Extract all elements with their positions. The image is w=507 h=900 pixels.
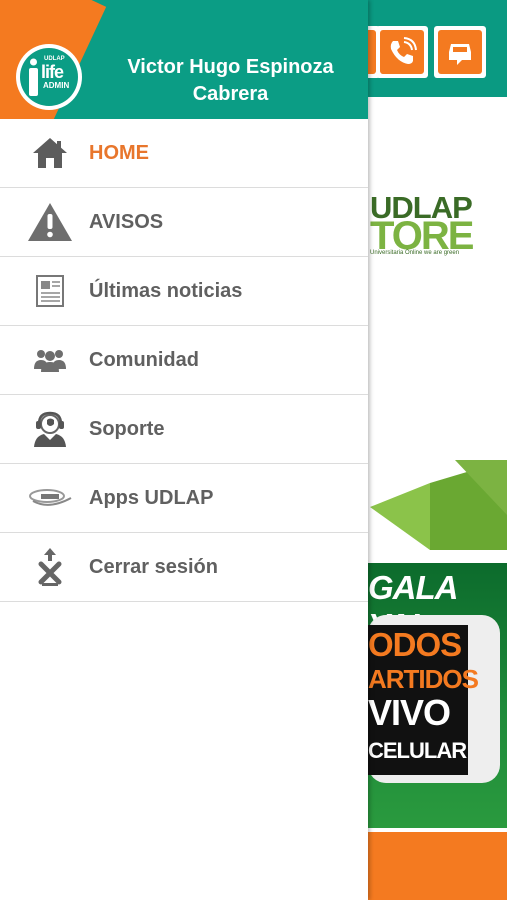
support-agent-icon (27, 407, 73, 451)
orange-footer-band (368, 832, 507, 900)
promo-line-1: ODOS (368, 626, 462, 663)
logo-text-sub: ADMIN (43, 81, 70, 90)
menu-item-label: AVISOS (89, 210, 164, 233)
call-button[interactable] (376, 26, 428, 78)
drawer-menu: HOME AVISOS Últimas noticias Comunidad S… (0, 119, 368, 602)
phone-graphic: ODOS ARTIDOS VIVO CELULAR (368, 615, 500, 783)
logo-text-main: life (41, 62, 64, 82)
promo-line-3: VIVO (368, 692, 451, 733)
drawer-header: UDLAP life ADMIN Victor Hugo Espinoza Ca… (0, 0, 368, 119)
menu-item-label: Comunidad (89, 348, 199, 371)
warning-icon (27, 200, 73, 244)
person-silhouette-icon (29, 58, 38, 96)
store-tagline: Universitaria Online we are green (370, 250, 460, 256)
menu-item-label: HOME (89, 141, 149, 164)
promo-line-4: CELULAR (368, 738, 467, 763)
menu-item-label: Últimas noticias (89, 279, 243, 302)
menu-item-comunidad[interactable]: Comunidad (0, 326, 368, 395)
car-button[interactable] (434, 26, 486, 78)
apps-udlap-logo-icon (27, 476, 73, 520)
menu-item-ultimas-noticias[interactable]: Últimas noticias (0, 257, 368, 326)
menu-item-avisos[interactable]: AVISOS (0, 188, 368, 257)
promo-banner[interactable]: GALA YA! ODOS ARTIDOS VIVO CELULAR (368, 563, 507, 828)
menu-item-label: Cerrar sesión (89, 555, 218, 578)
menu-item-cerrar-sesion[interactable]: Cerrar sesión (0, 533, 368, 602)
home-icon (27, 131, 73, 175)
community-icon (27, 338, 73, 382)
avatar[interactable]: UDLAP life ADMIN (16, 44, 82, 110)
green-arrow-graphic (370, 460, 507, 550)
menu-item-label: Soporte (89, 417, 165, 440)
user-name: Victor Hugo Espinoza Cabrera (127, 56, 334, 105)
udlap-life-admin-logo: UDLAP life ADMIN (20, 48, 78, 106)
phone-icon (390, 37, 417, 64)
newspaper-icon (27, 269, 73, 313)
menu-item-apps-udlap[interactable]: Apps UDLAP (0, 464, 368, 533)
menu-item-label: Apps UDLAP (89, 486, 214, 509)
car-icon (449, 44, 471, 65)
logout-icon (27, 545, 73, 589)
menu-item-home[interactable]: HOME (0, 119, 368, 188)
navigation-drawer: UDLAP life ADMIN Victor Hugo Espinoza Ca… (0, 0, 368, 900)
menu-item-soporte[interactable]: Soporte (0, 395, 368, 464)
